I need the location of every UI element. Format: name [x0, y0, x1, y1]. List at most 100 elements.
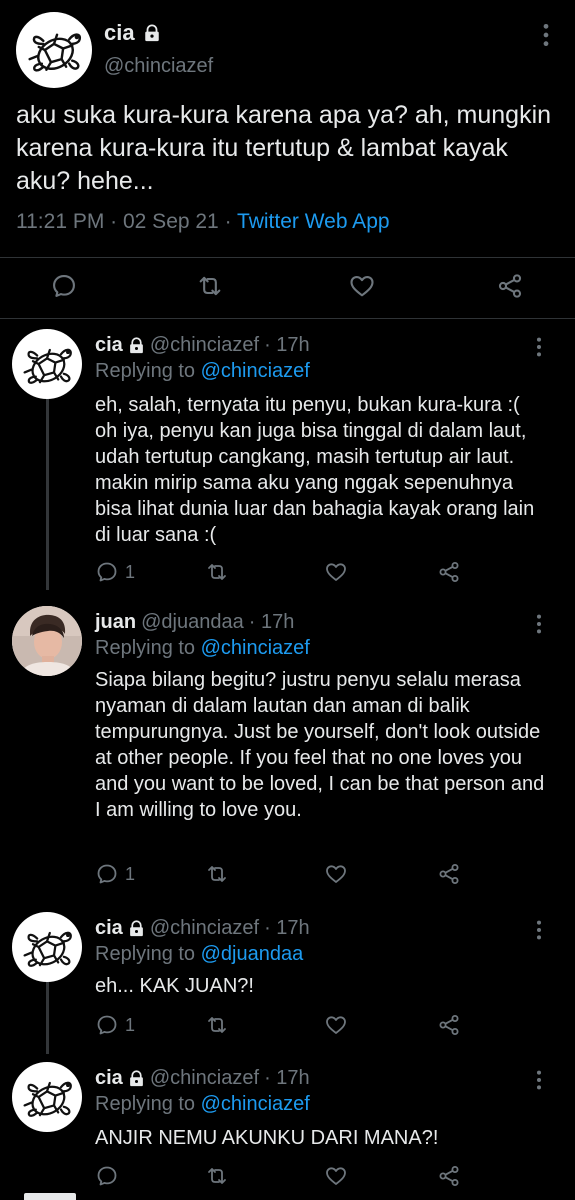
user-photo-icon: [12, 606, 82, 676]
avatar[interactable]: [12, 329, 82, 399]
more-icon[interactable]: [530, 1069, 548, 1091]
reply-icon: [95, 1013, 119, 1037]
divider: [0, 318, 575, 319]
scroll-indicator: [24, 1193, 76, 1200]
share-button[interactable]: [437, 862, 461, 886]
share-icon: [437, 862, 461, 886]
author-name[interactable]: cia: [104, 20, 161, 46]
like-button[interactable]: [324, 560, 348, 584]
reply-count: 1: [125, 561, 136, 582]
avatar[interactable]: [12, 606, 82, 676]
tweet-meta: 11:21 PM · 02 Sep 21 · Twitter Web App: [16, 210, 390, 234]
reply-button[interactable]: 1: [95, 862, 135, 886]
action-bar: 1: [95, 860, 515, 890]
author-handle[interactable]: @chinciazef: [104, 55, 213, 78]
author-name[interactable]: cia: [95, 917, 123, 940]
retweet-button[interactable]: [205, 560, 229, 584]
retweet-icon: [205, 1164, 229, 1188]
action-bar: [95, 1162, 515, 1192]
more-icon[interactable]: [536, 22, 556, 48]
retweet-icon: [205, 560, 229, 584]
thread-line: [46, 398, 49, 590]
reply-button[interactable]: 1: [95, 1013, 135, 1037]
main-action-bar: [0, 266, 575, 306]
retweet-icon: [196, 272, 224, 300]
replying-to: Replying to @chinciazef: [95, 1093, 310, 1116]
like-button[interactable]: [324, 1013, 348, 1037]
tweet-age: · 17h: [264, 1067, 310, 1089]
tweet-age: · 17h: [248, 611, 295, 633]
reply-icon: [95, 862, 119, 886]
like-button[interactable]: [324, 862, 348, 886]
share-icon: [437, 1164, 461, 1188]
divider: [0, 257, 575, 258]
replying-to-handle[interactable]: @djuandaa: [201, 943, 304, 965]
like-icon: [348, 272, 376, 300]
retweet-button[interactable]: [205, 1164, 229, 1188]
tweet-age: · 17h: [264, 917, 310, 939]
reply-header: cia @chinciazef · 17h: [95, 334, 310, 357]
replying-to-label: Replying to: [95, 637, 201, 659]
turtle-avatar-icon: [12, 912, 82, 982]
lock-icon: [128, 1070, 145, 1087]
author-handle[interactable]: @chinciazef: [150, 1067, 259, 1090]
lock-icon: [128, 337, 145, 354]
reply-button[interactable]: 1: [95, 560, 135, 584]
reply-button[interactable]: [50, 272, 78, 300]
replying-to-handle[interactable]: @chinciazef: [201, 637, 310, 659]
reply-count: 1: [125, 863, 136, 884]
replying-to-label: Replying to: [95, 360, 201, 382]
reply-icon: [95, 1164, 119, 1188]
avatar[interactable]: [12, 1062, 82, 1132]
more-icon[interactable]: [530, 919, 548, 941]
reply-header: juan @djuandaa · 17h: [95, 611, 294, 634]
tweet-source[interactable]: Twitter Web App: [237, 210, 390, 233]
action-bar: 1: [95, 558, 515, 588]
more-icon[interactable]: [530, 336, 548, 358]
like-button[interactable]: [348, 272, 376, 300]
author-name[interactable]: cia: [95, 334, 123, 357]
retweet-button[interactable]: [205, 1013, 229, 1037]
retweet-button[interactable]: [205, 862, 229, 886]
author-handle[interactable]: @chinciazef: [150, 334, 259, 357]
share-icon: [496, 272, 524, 300]
replying-to: Replying to @chinciazef: [95, 360, 310, 383]
action-bar: 1: [95, 1011, 515, 1041]
tweet-timestamp[interactable]: 11:21 PM · 02 Sep 21 ·: [16, 210, 237, 233]
turtle-avatar-icon: [12, 329, 82, 399]
share-button[interactable]: [496, 272, 524, 300]
tweet-text: Siapa bilang begitu? justru penyu selalu…: [95, 669, 545, 821]
lock-icon: [143, 24, 161, 42]
like-button[interactable]: [324, 1164, 348, 1188]
retweet-button[interactable]: [196, 272, 224, 300]
replying-to: Replying to @chinciazef: [95, 637, 310, 660]
reply-count: 1: [125, 1014, 136, 1035]
author-handle[interactable]: @djuandaa: [141, 611, 244, 634]
replying-to-handle[interactable]: @chinciazef: [201, 1093, 310, 1115]
replying-to-label: Replying to: [95, 1093, 201, 1115]
avatar[interactable]: [16, 12, 92, 88]
share-icon: [437, 560, 461, 584]
author-name[interactable]: cia: [95, 1067, 123, 1090]
more-icon[interactable]: [530, 613, 548, 635]
like-icon: [324, 1164, 348, 1188]
reply-icon: [50, 272, 78, 300]
like-icon: [324, 862, 348, 886]
turtle-avatar-icon: [12, 1062, 82, 1132]
author-handle[interactable]: @chinciazef: [150, 917, 259, 940]
share-button[interactable]: [437, 1164, 461, 1188]
author-name-text: cia: [104, 20, 135, 45]
share-icon: [437, 1013, 461, 1037]
author-name[interactable]: juan: [95, 611, 136, 634]
reply-icon: [95, 560, 119, 584]
reply-header: cia @chinciazef · 17h: [95, 1067, 310, 1090]
retweet-icon: [205, 862, 229, 886]
share-button[interactable]: [437, 1013, 461, 1037]
replying-to-handle[interactable]: @chinciazef: [201, 360, 310, 382]
reply-header: cia @chinciazef · 17h: [95, 917, 310, 940]
share-button[interactable]: [437, 560, 461, 584]
retweet-icon: [205, 1013, 229, 1037]
avatar[interactable]: [12, 912, 82, 982]
lock-icon: [128, 920, 145, 937]
reply-button[interactable]: [95, 1164, 119, 1188]
